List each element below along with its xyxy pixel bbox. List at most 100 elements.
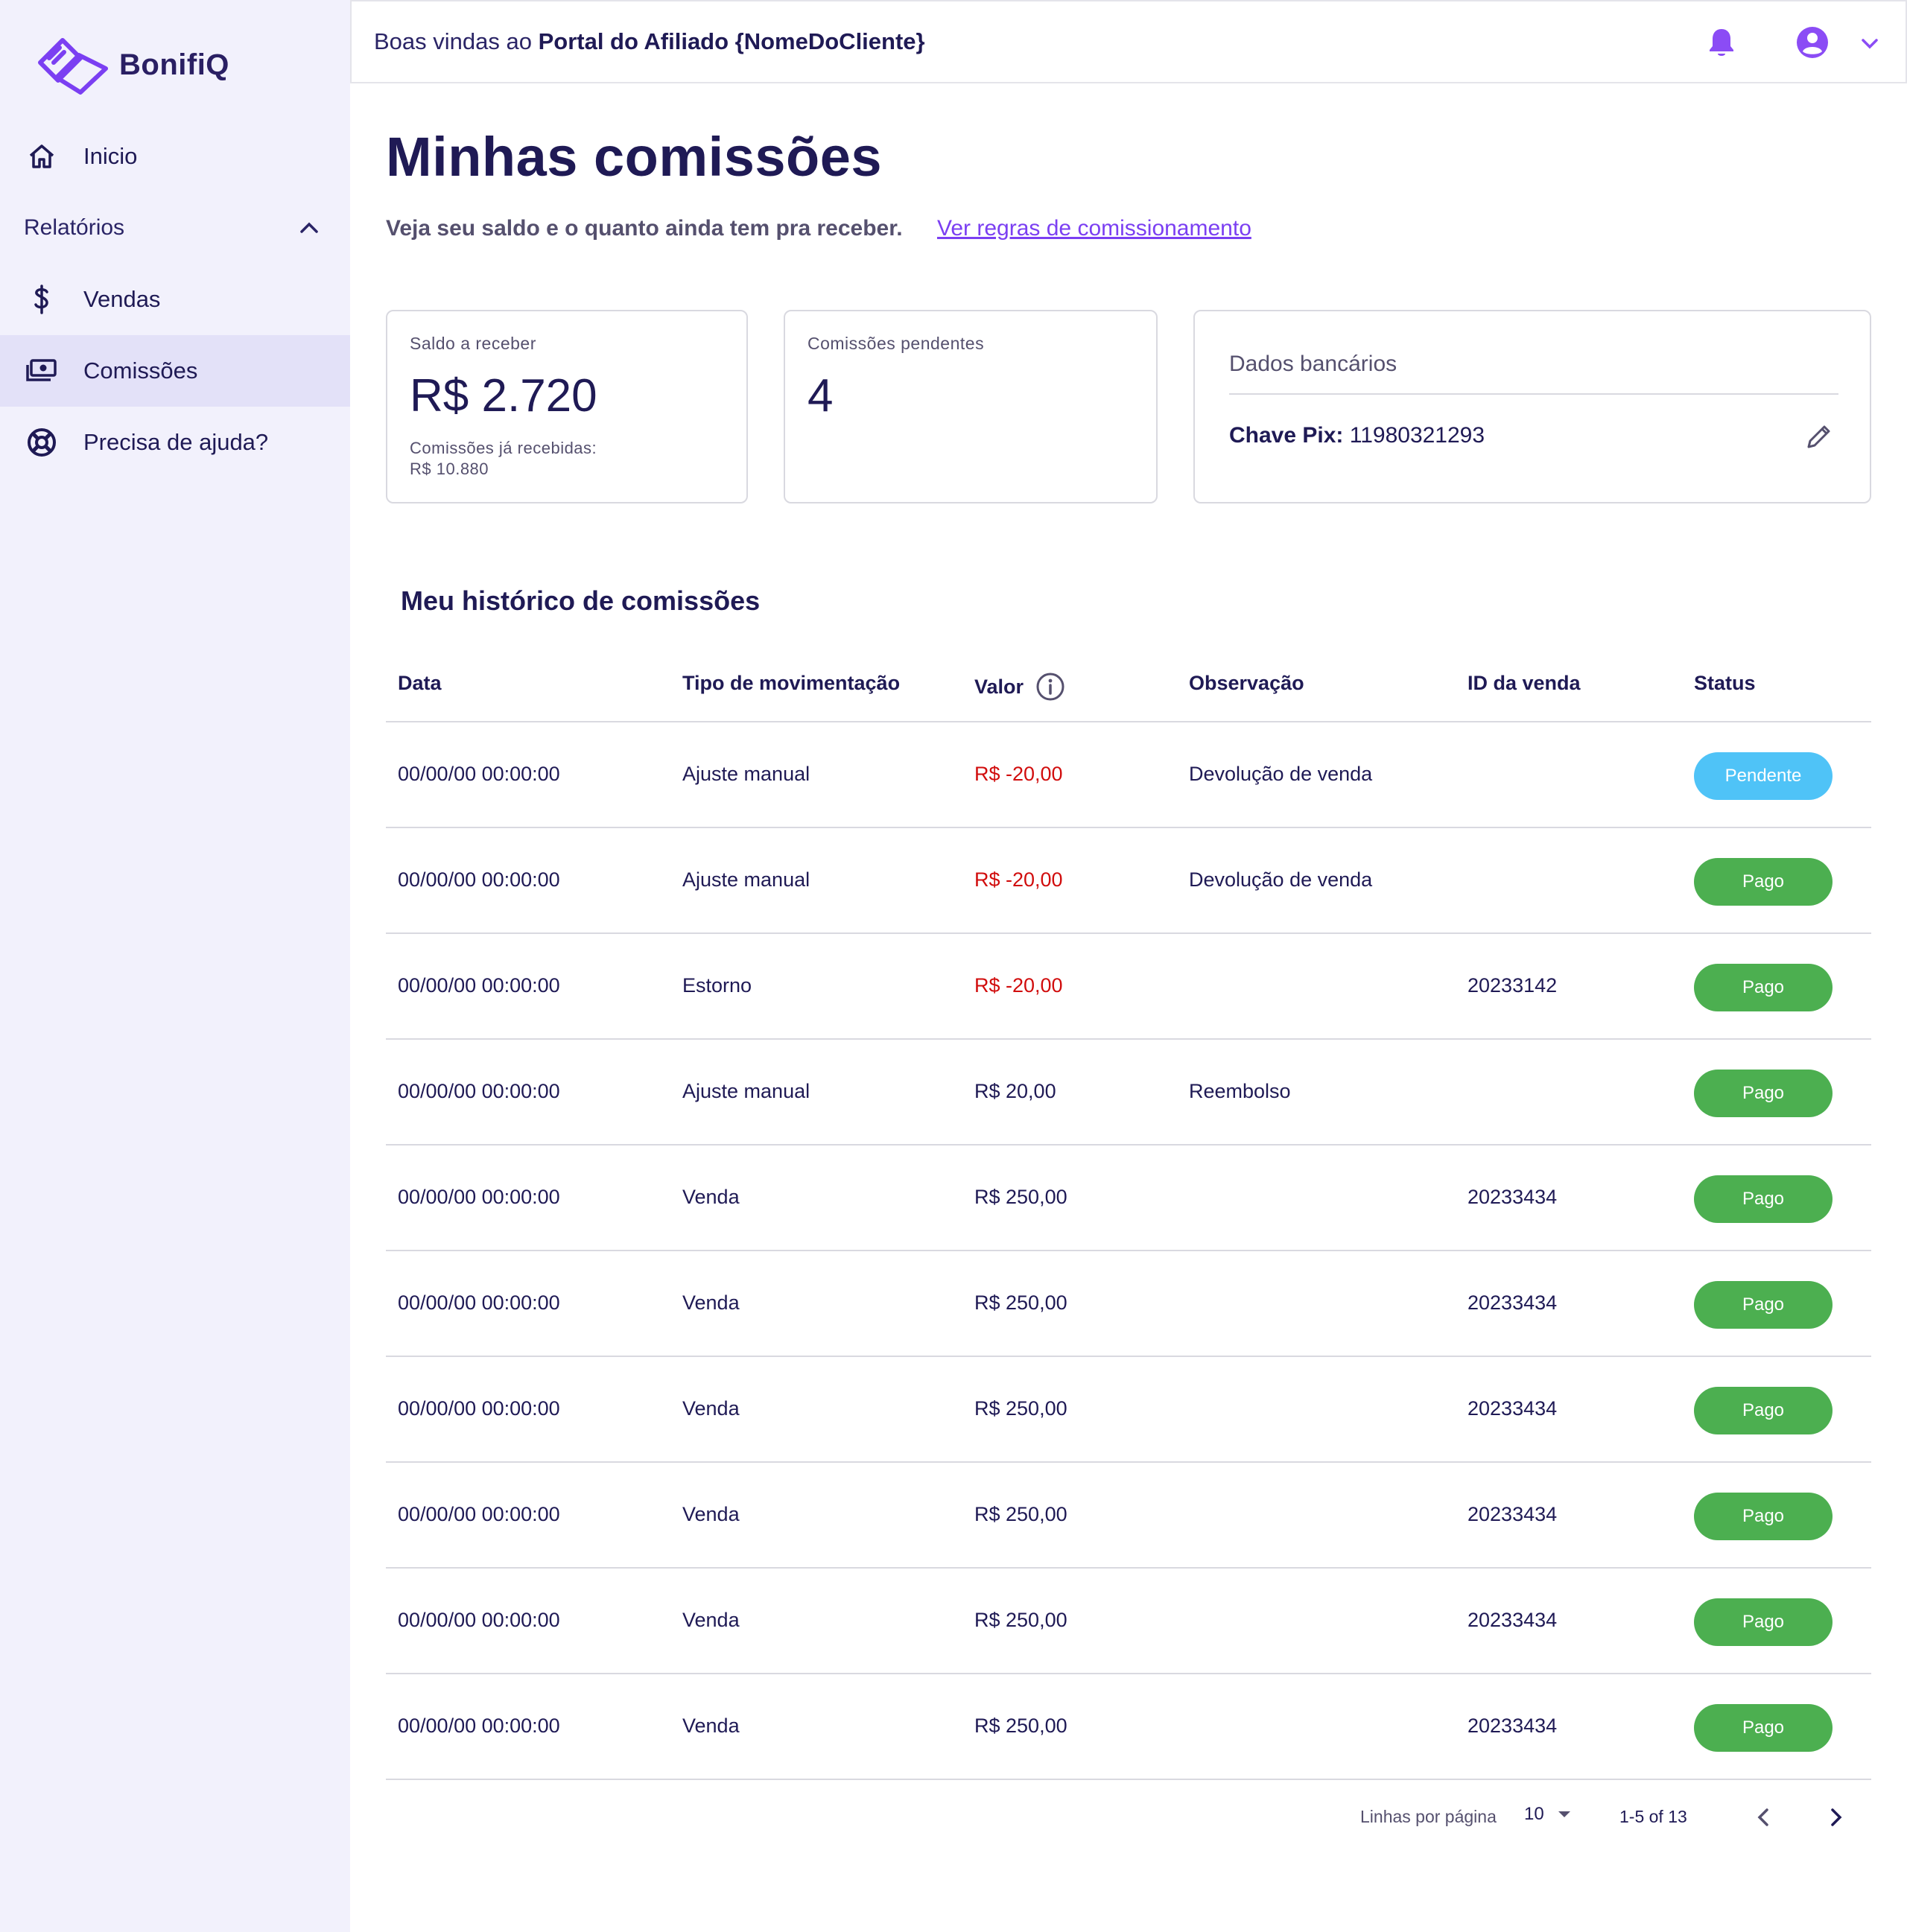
- divider: [1229, 393, 1838, 395]
- column-header-status[interactable]: Status: [1694, 672, 1756, 695]
- cell-sale-id: 20233434: [1467, 1186, 1558, 1208]
- status-badge[interactable]: Pago: [1694, 1493, 1833, 1540]
- home-icon: [25, 140, 58, 173]
- table-row: 00/00/00 00:00:00 Ajuste manual R$ 20,00 Re…: [386, 1040, 1871, 1145]
- table-row: 00/00/00 00:00:00 Venda R$ 250,00 20233434 P…: [386, 1463, 1871, 1569]
- status-badge[interactable]: Pago: [1694, 1704, 1833, 1752]
- column-header-value[interactable]: Valor: [974, 672, 1065, 702]
- cell-date: 00/00/00 00:00:00: [398, 1503, 560, 1525]
- column-header-sale-id[interactable]: ID da venda: [1467, 672, 1581, 695]
- brand-logo[interactable]: BonifiQ: [34, 33, 229, 97]
- status-badge[interactable]: Pago: [1694, 858, 1833, 906]
- sidebar-item-help[interactable]: Precisa de ajuda?: [0, 407, 350, 478]
- cell-value: R$ 250,00: [974, 1291, 1067, 1314]
- cell-value: R$ 250,00: [974, 1609, 1067, 1631]
- sidebar-item-label: Comissões: [83, 358, 198, 384]
- cell-value: R$ 20,00: [974, 1080, 1056, 1102]
- dollar-icon: [25, 283, 58, 316]
- sidebar-item-label: Precisa de ajuda?: [83, 429, 269, 455]
- top-bar: Boas vindas ao Portal do Afiliado {NomeD…: [350, 0, 1907, 83]
- received-commissions-note: Comissões já recebidas: R$ 10.880: [410, 438, 597, 480]
- status-badge[interactable]: Pago: [1694, 1387, 1833, 1434]
- cell-type: Estorno: [682, 974, 752, 997]
- chevron-right-icon[interactable]: [1821, 1802, 1850, 1832]
- column-header-observation[interactable]: Observação: [1189, 672, 1304, 695]
- sidebar-item-commissions[interactable]: Comissões: [0, 335, 350, 407]
- cell-date: 00/00/00 00:00:00: [398, 1609, 560, 1631]
- cell-type: Venda: [682, 1715, 740, 1737]
- pagination: Linhas por página 10 1-5 of 13: [386, 1795, 1871, 1840]
- bank-details-card: Dados bancários Chave Pix: 11980321293: [1193, 310, 1871, 503]
- pix-value: 11980321293: [1343, 423, 1485, 448]
- cell-date: 00/00/00 00:00:00: [398, 763, 560, 785]
- cell-date: 00/00/00 00:00:00: [398, 974, 560, 997]
- cell-value: R$ -20,00: [974, 974, 1063, 997]
- status-badge[interactable]: Pago: [1694, 1175, 1833, 1223]
- cell-type: Ajuste manual: [682, 868, 810, 891]
- sidebar-item-sales[interactable]: Vendas: [0, 264, 350, 335]
- table-row: 00/00/00 00:00:00 Ajuste manual R$ -20,00 D…: [386, 828, 1871, 934]
- page-range: 1-5 of 13: [1619, 1807, 1687, 1826]
- table-row: 00/00/00 00:00:00 Venda R$ 250,00 20233434 P…: [386, 1251, 1871, 1357]
- status-badge[interactable]: Pago: [1694, 1598, 1833, 1646]
- money-icon: [25, 355, 58, 387]
- commission-rules-link[interactable]: Ver regras de comissionamento: [937, 216, 1251, 241]
- table-row: 00/00/00 00:00:00 Estorno R$ -20,00 2023314…: [386, 934, 1871, 1040]
- table-row: 00/00/00 00:00:00 Venda R$ 250,00 20233434 P…: [386, 1357, 1871, 1463]
- table-row: 00/00/00 00:00:00 Venda R$ 250,00 20233434 P…: [386, 1569, 1871, 1674]
- table-header: Data Tipo de movimentação Valor Observaç…: [386, 652, 1871, 722]
- welcome-message: Boas vindas ao Portal do Afiliado {NomeD…: [374, 28, 925, 55]
- user-avatar-icon[interactable]: [1794, 24, 1831, 61]
- status-badge[interactable]: Pago: [1694, 1281, 1833, 1329]
- commissions-table: Data Tipo de movimentação Valor Observaç…: [386, 652, 1871, 1780]
- rows-per-page-select[interactable]: 10: [1524, 1804, 1574, 1825]
- cell-value: R$ -20,00: [974, 763, 1063, 785]
- cell-type: Venda: [682, 1397, 740, 1420]
- column-header-date[interactable]: Data: [398, 672, 442, 695]
- cell-sale-id: 20233434: [1467, 1715, 1558, 1737]
- cell-observation: Devolução de venda: [1189, 868, 1373, 891]
- card-logo-icon: [38, 38, 108, 95]
- pencil-icon[interactable]: [1803, 420, 1835, 453]
- received-label: Comissões já recebidas:: [410, 439, 597, 457]
- table-row: 00/00/00 00:00:00 Venda R$ 250,00 20233434 P…: [386, 1674, 1871, 1780]
- cell-type: Venda: [682, 1503, 740, 1525]
- received-value: R$ 10.880: [410, 460, 489, 478]
- cell-type: Venda: [682, 1609, 740, 1631]
- cell-type: Ajuste manual: [682, 1080, 810, 1102]
- lifebuoy-icon: [25, 426, 58, 459]
- sidebar-item-home[interactable]: Inicio: [0, 121, 350, 192]
- chevron-down-icon[interactable]: [1858, 31, 1882, 55]
- sidebar-section-reports[interactable]: Relatórios: [0, 192, 350, 264]
- page-title: Minhas comissões: [386, 126, 883, 188]
- status-badge[interactable]: Pago: [1694, 1070, 1833, 1117]
- pending-commissions-card: Comissões pendentes 4: [784, 310, 1158, 503]
- balance-value: R$ 2.720: [410, 370, 597, 422]
- chevron-left-icon[interactable]: [1749, 1802, 1779, 1832]
- cell-type: Venda: [682, 1186, 740, 1208]
- bell-icon[interactable]: [1704, 25, 1739, 60]
- column-header-type[interactable]: Tipo de movimentação: [682, 672, 900, 695]
- balance-label: Saldo a receber: [410, 334, 536, 353]
- cell-date: 00/00/00 00:00:00: [398, 868, 560, 891]
- cell-value: R$ -20,00: [974, 868, 1063, 891]
- table-body: 00/00/00 00:00:00 Ajuste manual R$ -20,00 D…: [386, 722, 1871, 1780]
- sidebar-section-label: Relatórios: [24, 215, 125, 240]
- cell-sale-id: 20233434: [1467, 1397, 1558, 1420]
- cell-type: Venda: [682, 1291, 740, 1314]
- status-badge[interactable]: Pendente: [1694, 752, 1833, 800]
- cell-date: 00/00/00 00:00:00: [398, 1080, 560, 1102]
- info-icon[interactable]: [1035, 672, 1065, 702]
- welcome-prefix: Boas vindas ao: [374, 28, 539, 54]
- cell-date: 00/00/00 00:00:00: [398, 1291, 560, 1314]
- pending-label: Comissões pendentes: [807, 334, 985, 353]
- cell-type: Ajuste manual: [682, 763, 810, 785]
- balance-card: Saldo a receber R$ 2.720 Comissões já re…: [386, 310, 748, 503]
- sidebar-item-label: Inicio: [83, 143, 138, 169]
- caret-down-icon: [1558, 1811, 1570, 1817]
- pix-label: Chave Pix:: [1229, 423, 1344, 448]
- brand-name: BonifiQ: [119, 48, 229, 81]
- status-badge[interactable]: Pago: [1694, 964, 1833, 1011]
- bank-details-title: Dados bancários: [1229, 352, 1397, 376]
- cell-sale-id: 20233142: [1467, 974, 1558, 997]
